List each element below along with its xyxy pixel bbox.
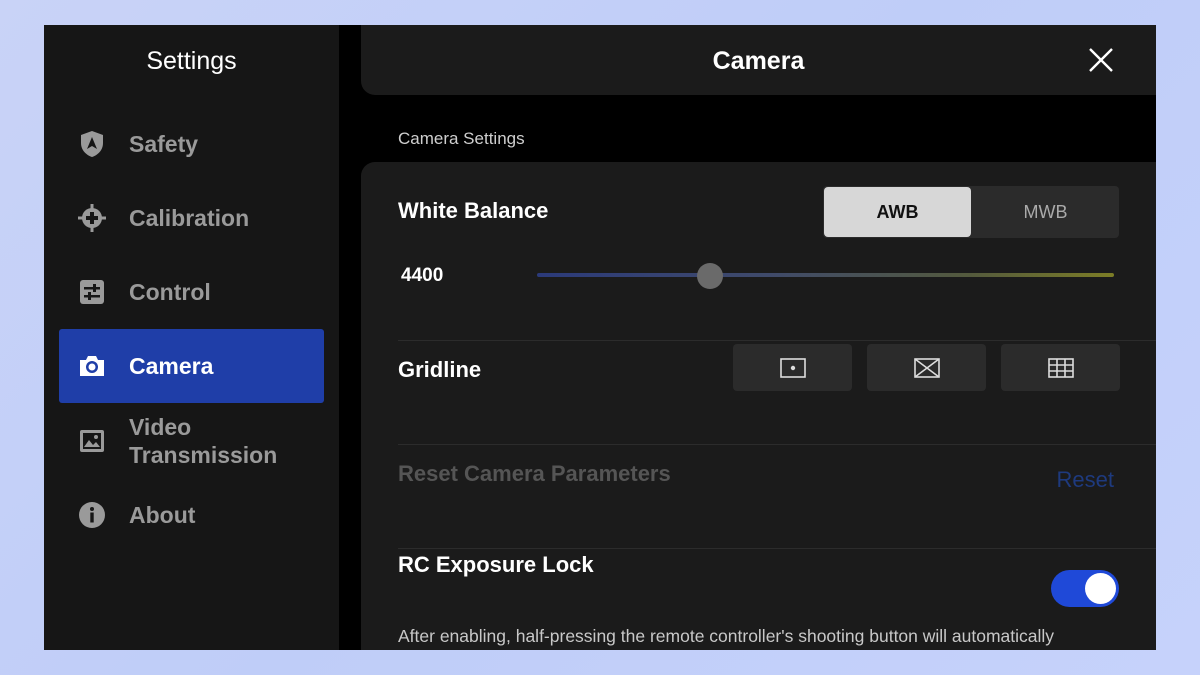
sidebar-item-label: Video Transmission	[129, 414, 278, 468]
white-balance-value: 4400	[401, 265, 444, 286]
gridline-title: Gridline	[398, 357, 482, 382]
info-icon	[77, 500, 107, 530]
divider	[398, 444, 1156, 445]
white-balance-title: White Balance	[398, 198, 549, 223]
sidebar-item-label: About	[129, 502, 196, 528]
sidebar-item-safety[interactable]: Safety	[59, 107, 324, 181]
diagonal-grid-icon	[913, 357, 940, 378]
close-icon[interactable]	[1088, 47, 1114, 73]
reset-camera-parameters-label: Reset Camera Parameters	[398, 461, 671, 486]
header-bar: Camera	[361, 25, 1156, 95]
sidebar-item-label: Camera	[129, 353, 214, 379]
divider	[398, 548, 1156, 549]
settings-card: White Balance AWB MWB 4400 Gridline Rese…	[361, 162, 1156, 650]
white-balance-slider[interactable]	[537, 273, 1114, 277]
sidebar-item-calibration[interactable]: Calibration	[59, 181, 324, 255]
sidebar-item-control[interactable]: Control	[59, 255, 324, 329]
center-dot-grid-button[interactable]	[733, 344, 852, 391]
nine-grid-icon	[1047, 357, 1074, 378]
shield-icon	[77, 129, 107, 159]
sidebar-item-camera[interactable]: Camera	[59, 329, 324, 403]
awb-option[interactable]: AWB	[824, 187, 971, 237]
settings-sidebar: Settings Safety Calibration Control Came…	[44, 25, 339, 650]
sidebar-item-label: Safety	[129, 131, 199, 157]
app-window: Settings Safety Calibration Control Came…	[44, 25, 1156, 650]
sidebar-item-video-transmission[interactable]: Video Transmission	[59, 403, 324, 479]
rc-exposure-lock-description: After enabling, half-pressing the remote…	[398, 626, 1055, 650]
section-label: Camera Settings	[398, 129, 525, 148]
divider	[398, 340, 1156, 341]
mwb-option[interactable]: MWB	[972, 186, 1119, 238]
diagonal-grid-button[interactable]	[867, 344, 986, 391]
center-dot-grid-icon	[779, 357, 806, 378]
sliders-icon	[77, 277, 107, 307]
reset-button[interactable]: Reset	[1057, 467, 1114, 493]
sidebar-item-label: Control	[129, 279, 211, 305]
sidebar-item-label: Calibration	[129, 205, 250, 231]
sidebar-item-about[interactable]: About	[59, 478, 324, 552]
camera-settings-panel: Camera Camera Settings White Balance AWB…	[361, 25, 1156, 650]
nine-grid-button[interactable]	[1001, 344, 1120, 391]
crosshair-icon	[77, 203, 107, 233]
camera-icon	[77, 351, 107, 381]
toggle-knob	[1085, 573, 1116, 604]
white-balance-mode-toggle: AWB MWB	[823, 186, 1119, 238]
page-title: Camera	[712, 47, 805, 75]
rc-exposure-lock-toggle[interactable]	[1051, 570, 1119, 607]
slider-thumb[interactable]	[697, 263, 724, 289]
sidebar-title: Settings	[146, 47, 237, 75]
image-icon	[77, 426, 107, 456]
rc-exposure-lock-title: RC Exposure Lock	[398, 552, 594, 577]
